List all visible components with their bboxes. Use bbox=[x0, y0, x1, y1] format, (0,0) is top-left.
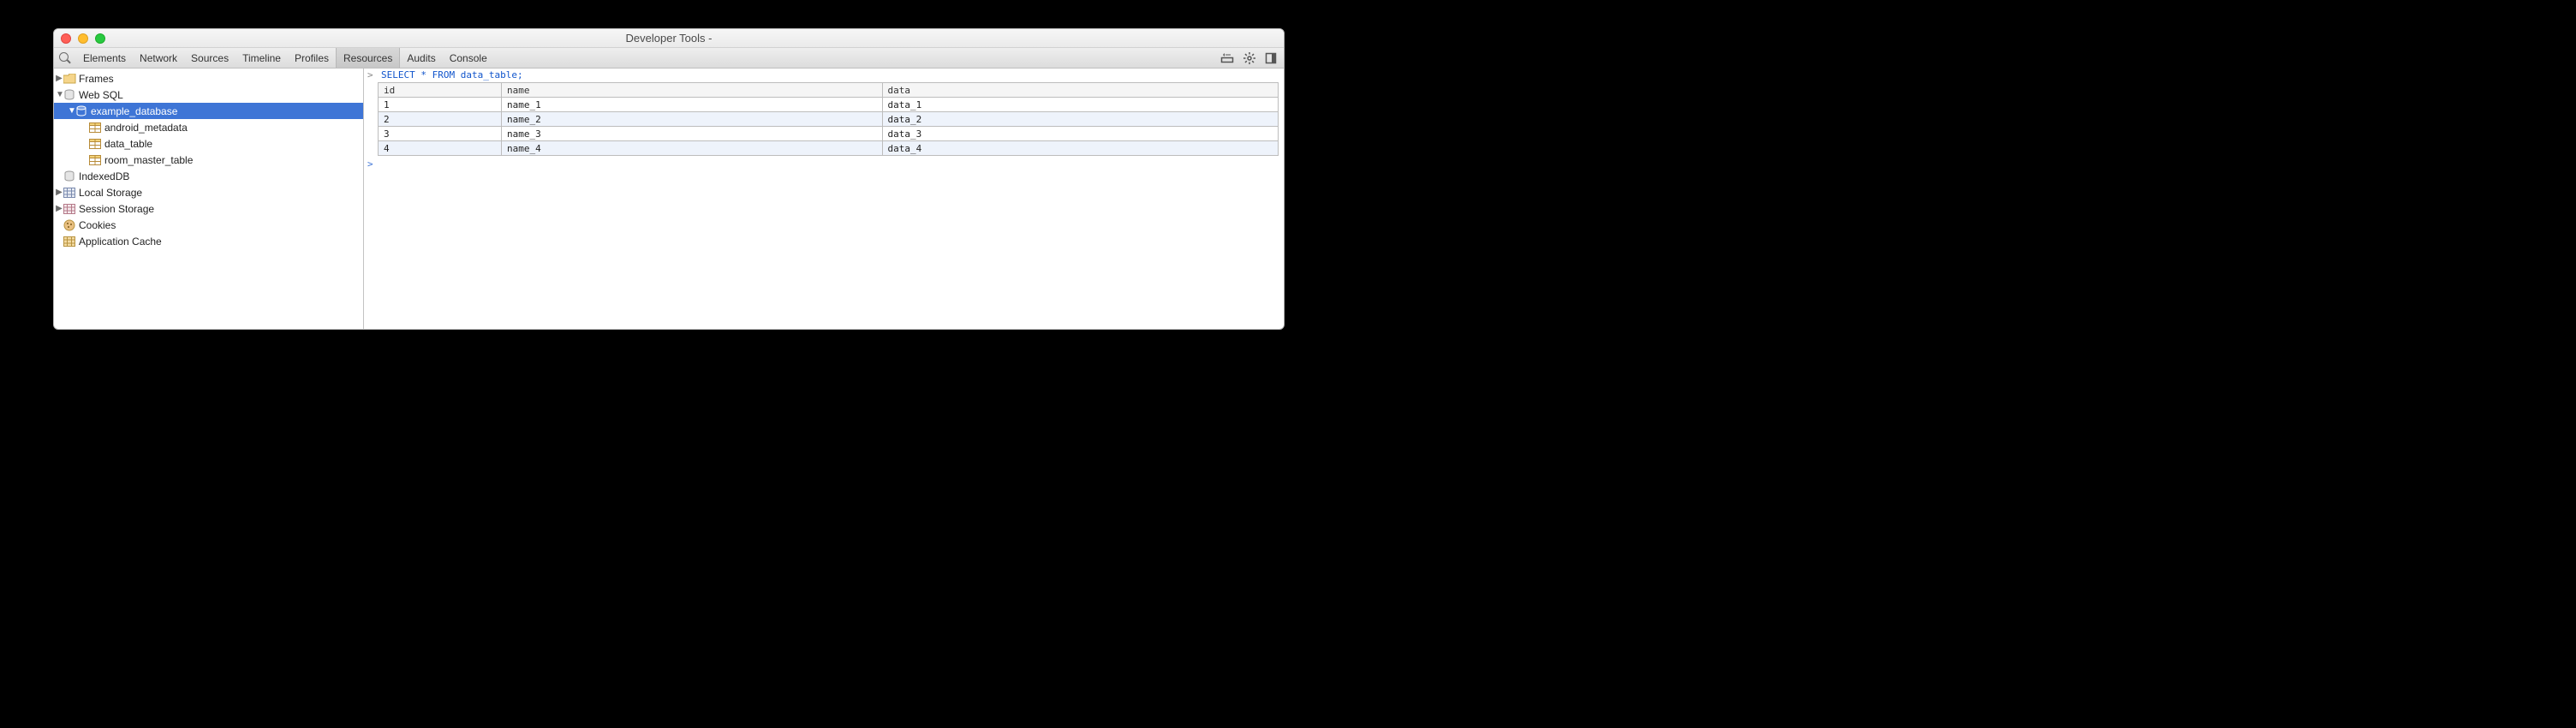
tab-profiles[interactable]: Profiles bbox=[288, 48, 336, 68]
column-header[interactable]: name bbox=[501, 83, 882, 98]
devtools-toolbar: Elements Network Sources Timeline Profil… bbox=[54, 48, 1284, 69]
sidebar-item-label: Local Storage bbox=[79, 187, 142, 199]
sql-prompt[interactable]: > bbox=[364, 158, 1284, 170]
sidebar-item-websql[interactable]: ▼ Web SQL bbox=[54, 87, 363, 103]
sidebar-item-label: data_table bbox=[104, 138, 152, 150]
sidebar-item-label: Web SQL bbox=[79, 89, 123, 101]
toggle-drawer-icon[interactable] bbox=[1220, 52, 1234, 63]
window-titlebar: Developer Tools - bbox=[54, 29, 1284, 48]
window-close-button[interactable] bbox=[61, 33, 71, 44]
table-icon bbox=[88, 137, 102, 151]
sidebar-item-database[interactable]: ▼ example_database bbox=[54, 103, 363, 119]
window-minimize-button[interactable] bbox=[78, 33, 88, 44]
inspect-icon[interactable] bbox=[59, 52, 71, 64]
window-title: Developer Tools - bbox=[54, 32, 1284, 45]
sidebar-item-label: Session Storage bbox=[79, 203, 154, 215]
devtools-window: Developer Tools - Elements Network Sourc… bbox=[53, 28, 1285, 330]
sidebar-item-cookies[interactable]: Cookies bbox=[54, 217, 363, 233]
tab-resources[interactable]: Resources bbox=[336, 48, 400, 68]
sidebar-item-label: example_database bbox=[91, 105, 177, 117]
sidebar-item-label: android_metadata bbox=[104, 122, 188, 134]
sidebar-item-table[interactable]: android_metadata bbox=[54, 119, 363, 135]
sidebar-item-localstorage[interactable]: ▶ Local Storage bbox=[54, 184, 363, 200]
tab-audits[interactable]: Audits bbox=[400, 48, 442, 68]
sidebar-item-label: Cookies bbox=[79, 219, 116, 231]
database-group-icon bbox=[63, 170, 76, 183]
table-row[interactable]: 2name_2data_2 bbox=[379, 112, 1279, 127]
sidebar-item-table[interactable]: room_master_table bbox=[54, 152, 363, 168]
tab-network[interactable]: Network bbox=[133, 48, 184, 68]
sidebar-item-label: IndexedDB bbox=[79, 170, 129, 182]
settings-icon[interactable] bbox=[1243, 51, 1256, 65]
table-row[interactable]: 4name_4data_4 bbox=[379, 141, 1279, 156]
folder-icon bbox=[63, 72, 76, 86]
sidebar-item-indexeddb[interactable]: IndexedDB bbox=[54, 168, 363, 184]
table-icon bbox=[88, 153, 102, 167]
chevron-icon: > bbox=[367, 69, 378, 81]
database-icon bbox=[75, 104, 88, 118]
sidebar-item-table[interactable]: data_table bbox=[54, 135, 363, 152]
resources-sidebar[interactable]: ▶ Frames ▼ Web SQL ▼ example_database bbox=[54, 69, 364, 329]
table-icon bbox=[88, 121, 102, 134]
executed-query: > SELECT * FROM data_table; bbox=[364, 69, 1284, 81]
database-group-icon bbox=[63, 88, 76, 102]
appcache-icon bbox=[63, 235, 76, 248]
tab-sources[interactable]: Sources bbox=[184, 48, 236, 68]
column-header[interactable]: id bbox=[379, 83, 502, 98]
sidebar-item-label: Application Cache bbox=[79, 236, 162, 248]
sidebar-item-label: room_master_table bbox=[104, 154, 193, 166]
storage-icon bbox=[63, 202, 76, 216]
cookies-icon bbox=[63, 218, 76, 232]
sidebar-item-appcache[interactable]: Application Cache bbox=[54, 233, 363, 249]
sql-console: > SELECT * FROM data_table; id name data bbox=[364, 69, 1284, 329]
tab-elements[interactable]: Elements bbox=[76, 48, 133, 68]
sidebar-item-label: Frames bbox=[79, 73, 114, 85]
table-row[interactable]: 3name_3data_3 bbox=[379, 127, 1279, 141]
storage-icon bbox=[63, 186, 76, 200]
table-row[interactable]: 1name_1data_1 bbox=[379, 98, 1279, 112]
panel-tabs: Elements Network Sources Timeline Profil… bbox=[76, 48, 494, 68]
results-table: id name data 1name_1data_1 2name_2data_2… bbox=[378, 82, 1279, 156]
column-header[interactable]: data bbox=[882, 83, 1278, 98]
sidebar-item-frames[interactable]: ▶ Frames bbox=[54, 70, 363, 87]
prompt-chevron-icon: > bbox=[367, 158, 378, 170]
window-zoom-button[interactable] bbox=[95, 33, 105, 44]
dock-icon[interactable] bbox=[1265, 52, 1277, 64]
sidebar-item-sessionstorage[interactable]: ▶ Session Storage bbox=[54, 200, 363, 217]
tab-console[interactable]: Console bbox=[443, 48, 494, 68]
tab-timeline[interactable]: Timeline bbox=[236, 48, 288, 68]
